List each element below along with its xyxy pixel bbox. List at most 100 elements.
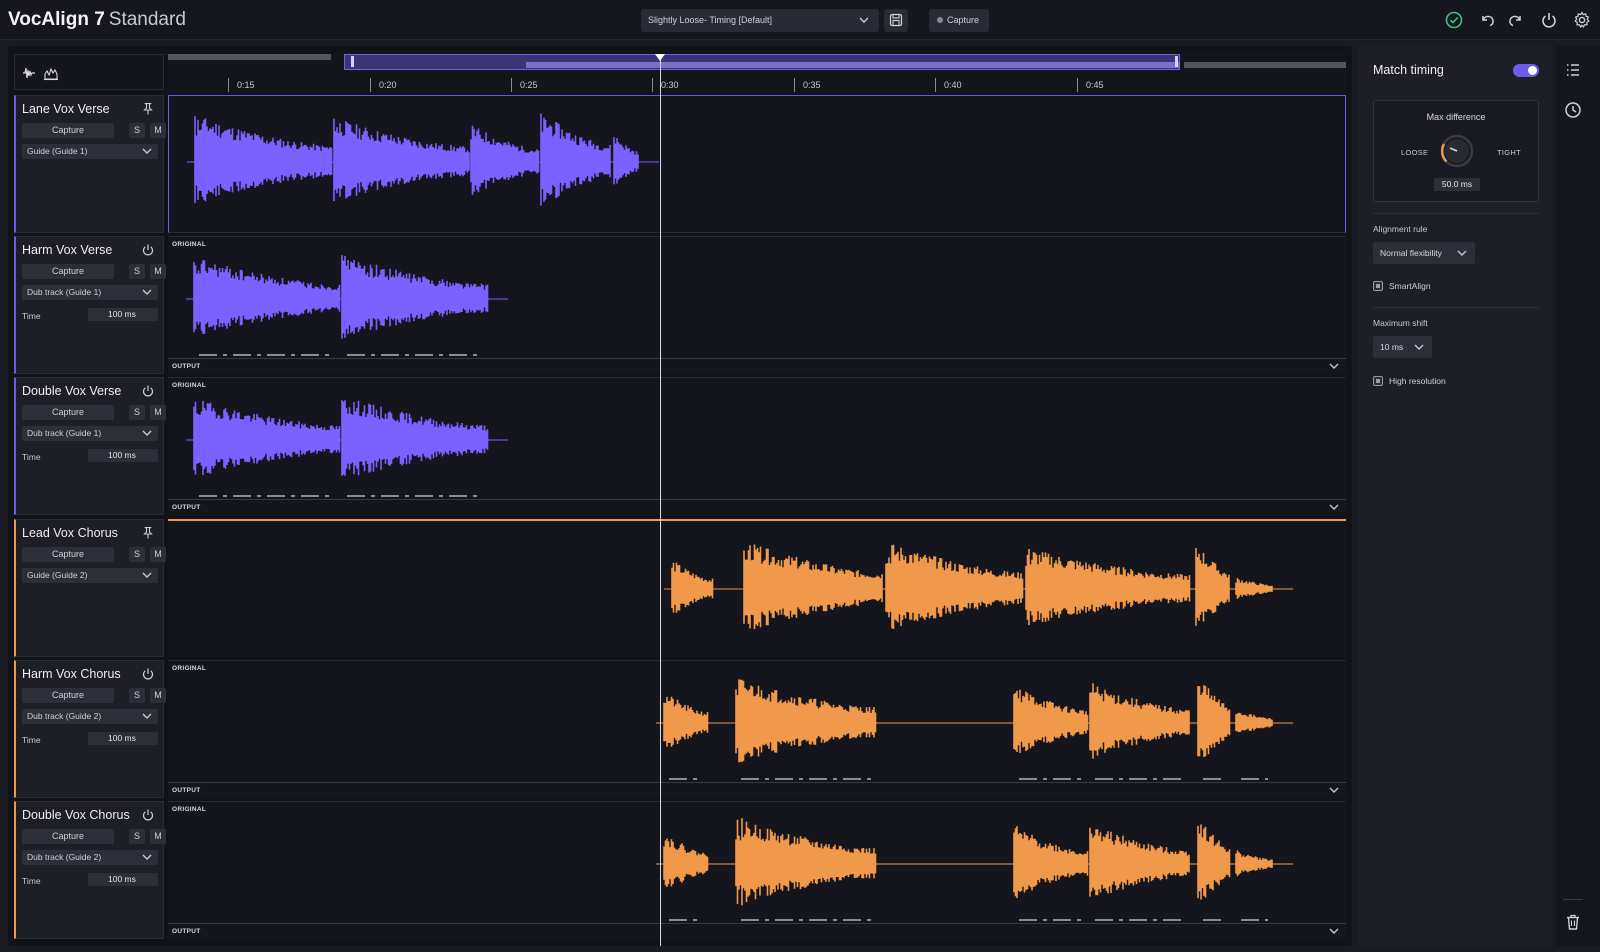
track-capture-button[interactable]: Capture (22, 405, 114, 420)
mute-button[interactable]: M (150, 264, 166, 279)
preset-dropdown[interactable]: Slightly Loose- Timing [Default] (641, 9, 879, 32)
track-name[interactable]: Harm Vox Chorus (22, 667, 121, 681)
range-start-handle[interactable] (351, 56, 354, 67)
output-bar[interactable]: OUTPUT (168, 499, 1346, 515)
track-lane[interactable]: ORIGINAL OUTPUT (168, 377, 1346, 515)
track-lane[interactable] (168, 519, 1346, 657)
track-lane[interactable]: ORIGINAL OUTPUT (168, 660, 1346, 798)
output-bar[interactable]: OUTPUT (168, 782, 1346, 798)
waveform[interactable] (168, 521, 1346, 659)
track-header[interactable]: Double Vox Verse Capture S M Dub track (Guid… (14, 377, 166, 515)
capture-label: Capture (947, 15, 980, 25)
match-timing-toggle[interactable] (1513, 64, 1539, 77)
track-capture-button[interactable]: Capture (22, 547, 114, 562)
overview-right (1184, 62, 1346, 68)
solo-button[interactable]: S (129, 123, 145, 138)
track-header[interactable]: Harm Vox Verse Capture S M Dub track (Guide … (14, 236, 166, 374)
timeline-ruler[interactable]: 0:15 0:20 0:25 0:30 0:35 0:40 0:45 (168, 54, 1346, 92)
power-icon[interactable] (141, 243, 155, 257)
time-value-field[interactable]: 100 ms (88, 873, 158, 886)
mute-button[interactable]: M (150, 405, 166, 420)
power-icon[interactable] (141, 667, 155, 681)
save-icon (889, 13, 903, 27)
chevron-down-icon (142, 289, 152, 295)
power-icon[interactable] (1539, 10, 1559, 30)
check-circle-icon[interactable] (1444, 10, 1464, 30)
maximum-shift-dropdown[interactable]: 10 ms (1373, 336, 1432, 358)
solo-button[interactable]: S (129, 547, 145, 562)
track-capture-button[interactable]: Capture (22, 264, 114, 279)
mute-button[interactable]: M (150, 123, 166, 138)
gear-icon[interactable] (1572, 10, 1592, 30)
track-name[interactable]: Double Vox Verse (22, 384, 121, 398)
track-header[interactable]: Lane Vox Verse Capture S M Guide (Guide 1) (14, 95, 166, 233)
time-value-field[interactable]: 100 ms (88, 732, 158, 745)
output-bar[interactable]: OUTPUT (168, 923, 1346, 939)
track-capture-button[interactable]: Capture (22, 688, 114, 703)
track-header[interactable]: Harm Vox Chorus Capture S M Dub track (Guide… (14, 660, 166, 798)
track-header[interactable]: Lead Vox Chorus Capture S M Guide (Guide 2) (14, 519, 166, 657)
time-value-field[interactable]: 100 ms (88, 308, 158, 321)
time-label: Time (22, 311, 41, 321)
track-lane[interactable]: ORIGINAL OUTPUT (168, 801, 1346, 939)
spectrum-view-icon[interactable] (43, 65, 59, 81)
redo-icon[interactable] (1505, 10, 1525, 30)
clock-icon[interactable] (1563, 100, 1583, 120)
track-lane[interactable]: ORIGINAL OUTPUT (168, 236, 1346, 374)
range-end-handle[interactable] (1175, 56, 1178, 67)
mute-button[interactable]: M (150, 547, 166, 562)
track-name[interactable]: Lane Vox Verse (22, 102, 110, 116)
track-name[interactable]: Lead Vox Chorus (22, 526, 118, 540)
time-label: Time (22, 735, 41, 745)
list-icon[interactable] (1563, 60, 1583, 80)
solo-button[interactable]: S (129, 688, 145, 703)
high-resolution-checkbox[interactable] (1373, 376, 1383, 386)
time-value-field[interactable]: 100 ms (88, 449, 158, 462)
waveform[interactable] (168, 237, 1346, 375)
mute-button[interactable]: M (150, 688, 166, 703)
track-role-dropdown[interactable]: Dub track (Guide 2) (22, 709, 158, 724)
track-role-dropdown[interactable]: Dub track (Guide 2) (22, 850, 158, 865)
pin-icon[interactable] (141, 102, 155, 116)
output-bar[interactable]: OUTPUT (168, 358, 1346, 374)
power-icon[interactable] (141, 808, 155, 822)
track-lane[interactable] (168, 95, 1346, 233)
chevron-down-icon (859, 17, 869, 23)
track-capture-button[interactable]: Capture (22, 829, 114, 844)
waveform[interactable] (168, 802, 1346, 940)
solo-button[interactable]: S (129, 829, 145, 844)
power-icon[interactable] (141, 384, 155, 398)
waveform[interactable] (168, 378, 1346, 516)
ruler-tick: 0:25 (511, 78, 571, 92)
alignment-rule-dropdown[interactable]: Normal flexibility (1373, 242, 1475, 264)
track-capture-button[interactable]: Capture (22, 123, 114, 138)
track-name[interactable]: Harm Vox Verse (22, 243, 112, 257)
track-role-dropdown[interactable]: Dub track (Guide 1) (22, 285, 158, 300)
max-difference-value[interactable]: 50.0 ms (1434, 178, 1480, 191)
mute-button[interactable]: M (150, 829, 166, 844)
track-name[interactable]: Double Vox Chorus (22, 808, 130, 822)
track-role-dropdown[interactable]: Guide (Guide 1) (22, 144, 158, 159)
solo-button[interactable]: S (129, 405, 145, 420)
pin-icon[interactable] (141, 526, 155, 540)
chevron-down-icon (1329, 504, 1339, 510)
track-role-dropdown[interactable]: Guide (Guide 2) (22, 568, 158, 583)
app-title: VocAlign 7 Standard (8, 9, 186, 31)
save-preset-button[interactable] (884, 9, 908, 32)
waveform[interactable] (168, 661, 1346, 799)
solo-button[interactable]: S (129, 264, 145, 279)
playhead[interactable] (660, 54, 661, 946)
global-capture-button[interactable]: Capture (929, 9, 989, 32)
track-role: Dub track (Guide 2) (27, 711, 102, 721)
track-role-dropdown[interactable]: Dub track (Guide 1) (22, 426, 158, 441)
track-header[interactable]: Double Vox Chorus Capture S M Dub track (Gui… (14, 801, 166, 939)
chevron-down-icon (142, 430, 152, 436)
undo-icon[interactable] (1478, 10, 1498, 30)
trash-icon[interactable] (1563, 912, 1583, 932)
playhead-marker-icon[interactable] (655, 54, 665, 61)
output-label: OUTPUT (172, 363, 201, 370)
max-difference-knob[interactable] (1439, 133, 1475, 169)
waveform[interactable] (169, 96, 1347, 234)
smartalign-checkbox[interactable] (1373, 281, 1383, 291)
waveform-view-icon[interactable] (21, 65, 37, 81)
